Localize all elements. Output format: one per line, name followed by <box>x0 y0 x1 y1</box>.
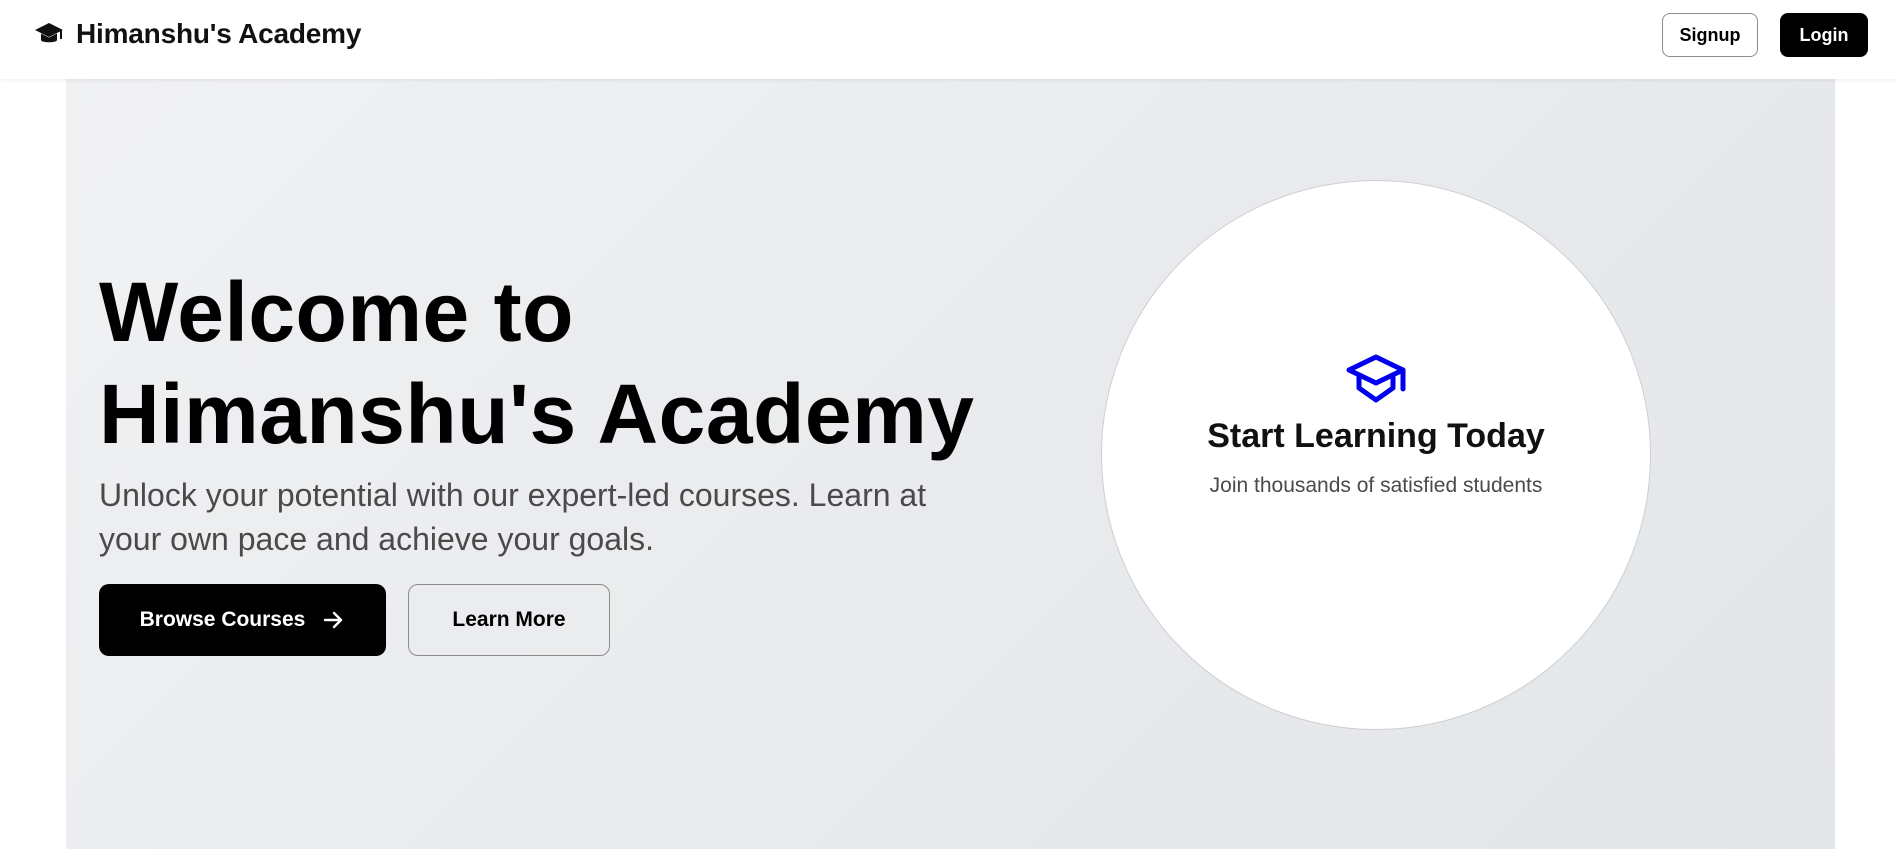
signup-button[interactable]: Signup <box>1662 13 1758 57</box>
hero-actions: Browse Courses Learn More <box>99 584 610 656</box>
hero-subtitle: Unlock your potential with our expert-le… <box>99 477 927 557</box>
hero-section: Welcome to Himanshu's Academy Unlock you… <box>66 79 1835 849</box>
hero-title: Welcome to Himanshu's Academy <box>99 261 1039 465</box>
login-button[interactable]: Login <box>1780 13 1868 57</box>
card-title: Start Learning Today <box>1207 416 1545 455</box>
card-subtitle: Join thousands of satisfied students <box>1209 473 1543 497</box>
arrow-right-icon <box>321 608 345 632</box>
graduation-cap-icon <box>34 19 64 49</box>
browse-courses-button[interactable]: Browse Courses <box>99 584 386 656</box>
hero-title-line-2: Himanshu's Academy <box>99 367 975 461</box>
brand[interactable]: Himanshu's Academy <box>34 18 361 50</box>
learn-more-button[interactable]: Learn More <box>408 584 610 656</box>
graduation-cap-icon <box>1345 353 1407 407</box>
hero-title-line-1: Welcome to <box>99 265 574 359</box>
browse-courses-label: Browse Courses <box>139 608 306 631</box>
start-learning-card: Start Learning Today Join thousands of s… <box>1101 180 1651 730</box>
nav-actions: Signup Login <box>1662 13 1868 57</box>
brand-title: Himanshu's Academy <box>76 18 362 49</box>
top-navbar: Himanshu's Academy Signup Login <box>0 0 1898 79</box>
